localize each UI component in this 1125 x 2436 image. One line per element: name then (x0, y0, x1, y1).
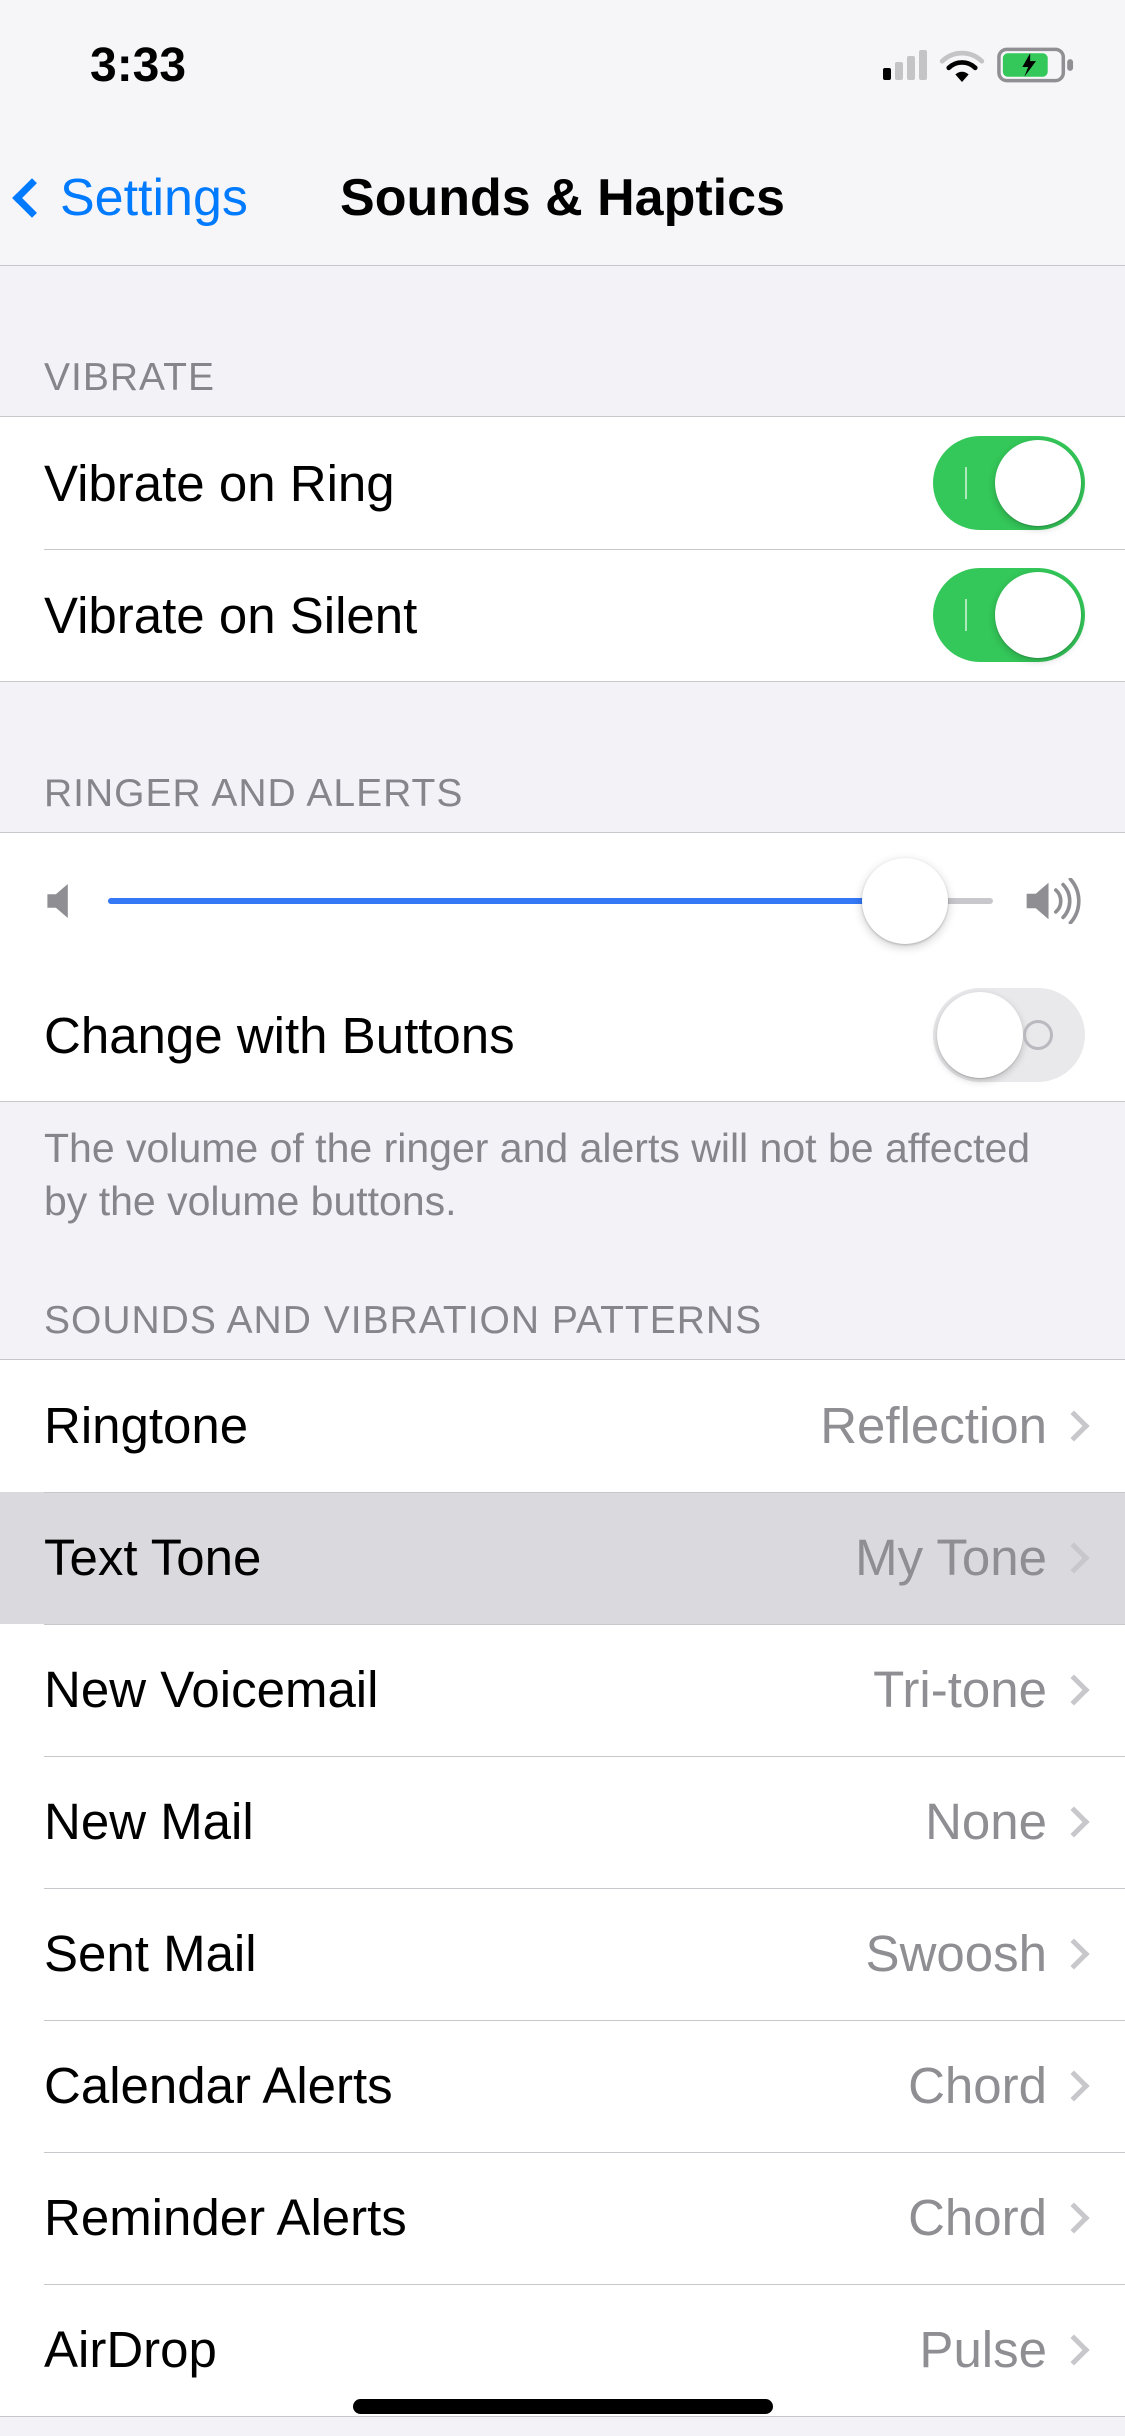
chevron-left-icon (12, 178, 52, 218)
row-value: None (925, 1792, 1047, 1851)
row-vibrate-on-silent[interactable]: Vibrate on Silent (0, 549, 1125, 681)
row-change-with-buttons[interactable]: Change with Buttons (0, 969, 1125, 1101)
row-label: New Voicemail (44, 1660, 378, 1719)
row-label: Change with Buttons (44, 1006, 515, 1065)
row-pattern[interactable]: Sent Mail Swoosh (0, 1888, 1125, 2020)
row-value: Pulse (919, 2320, 1047, 2379)
back-label: Settings (60, 168, 248, 228)
row-label: Ringtone (44, 1396, 248, 1455)
chevron-right-icon (1058, 2334, 1089, 2365)
row-pattern[interactable]: Text Tone My Tone (0, 1492, 1125, 1624)
row-pattern[interactable]: Ringtone Reflection (0, 1360, 1125, 1492)
row-label: Reminder Alerts (44, 2188, 407, 2247)
volume-high-icon (1023, 878, 1085, 924)
wifi-icon (939, 48, 985, 82)
slider-thumb[interactable] (862, 858, 948, 944)
toggle-vibrate-on-silent[interactable] (933, 568, 1085, 662)
chevron-right-icon (1058, 1542, 1089, 1573)
chevron-right-icon (1058, 1410, 1089, 1441)
row-value: Tri-tone (873, 1660, 1047, 1719)
chevron-right-icon (1058, 2202, 1089, 2233)
row-pattern[interactable]: New Mail None (0, 1756, 1125, 1888)
section-header-patterns: SOUNDS AND VIBRATION PATTERNS (0, 1243, 1125, 1359)
row-value: Reflection (820, 1396, 1047, 1455)
row-label: Calendar Alerts (44, 2056, 393, 2115)
row-label: New Mail (44, 1792, 254, 1851)
toggle-change-with-buttons[interactable] (933, 988, 1085, 1082)
status-bar: 3:33 (0, 0, 1125, 130)
group-patterns: Ringtone Reflection Text Tone My Tone New Vo… (0, 1359, 1125, 2417)
chevron-right-icon (1058, 1938, 1089, 1969)
row-ringer-volume[interactable] (0, 833, 1125, 969)
nav-bar: Settings Sounds & Haptics (0, 130, 1125, 266)
row-pattern[interactable]: Calendar Alerts Chord (0, 2020, 1125, 2152)
row-value: Chord (908, 2188, 1047, 2247)
volume-slider[interactable] (108, 898, 993, 904)
row-label: Sent Mail (44, 1924, 257, 1983)
home-indicator[interactable] (353, 2399, 773, 2414)
row-value: My Tone (855, 1528, 1047, 1587)
group-ringer: Change with Buttons (0, 832, 1125, 1102)
row-label: Vibrate on Silent (44, 586, 417, 645)
row-vibrate-on-ring[interactable]: Vibrate on Ring (0, 417, 1125, 549)
row-pattern[interactable]: AirDrop Pulse (0, 2284, 1125, 2416)
chevron-right-icon (1058, 1806, 1089, 1837)
cell-signal-icon (883, 50, 927, 80)
section-header-vibrate: VIBRATE (0, 266, 1125, 416)
chevron-right-icon (1058, 1674, 1089, 1705)
back-button[interactable]: Settings (0, 168, 248, 228)
row-pattern[interactable]: Reminder Alerts Chord (0, 2152, 1125, 2284)
battery-charging-icon (997, 46, 1075, 84)
toggle-vibrate-on-ring[interactable] (933, 436, 1085, 530)
row-pattern[interactable]: New Voicemail Tri-tone (0, 1624, 1125, 1756)
row-label: Text Tone (44, 1528, 261, 1587)
row-value: Chord (908, 2056, 1047, 2115)
status-icons (883, 46, 1075, 84)
page-title: Sounds & Haptics (340, 168, 785, 228)
volume-low-icon (44, 880, 78, 922)
section-header-ringer: RINGER AND ALERTS (0, 682, 1125, 832)
row-label: Vibrate on Ring (44, 454, 395, 513)
row-label: AirDrop (44, 2320, 217, 2379)
section-footer-ringer: The volume of the ringer and alerts will… (0, 1102, 1125, 1243)
status-time: 3:33 (90, 38, 186, 93)
row-value: Swoosh (866, 1924, 1047, 1983)
group-vibrate: Vibrate on Ring Vibrate on Silent (0, 416, 1125, 682)
chevron-right-icon (1058, 2070, 1089, 2101)
